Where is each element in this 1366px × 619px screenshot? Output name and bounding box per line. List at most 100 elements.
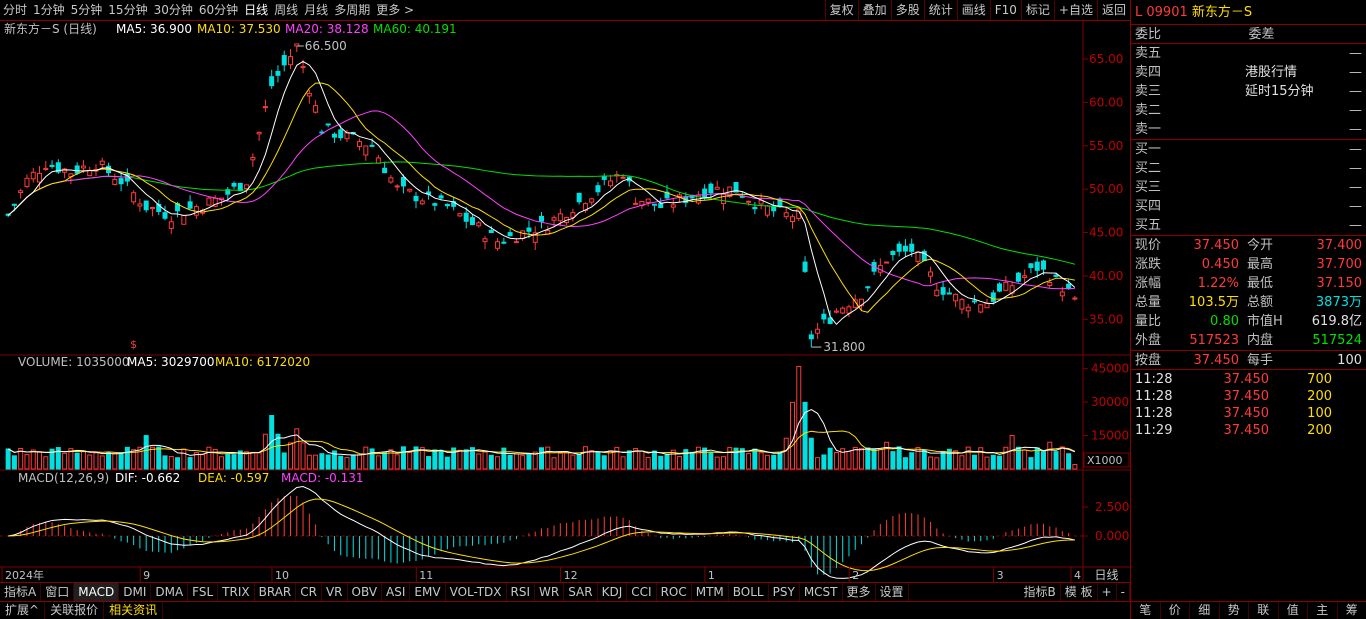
- indicator-tab-更多[interactable]: 更多: [843, 583, 876, 601]
- volume-bar: [250, 451, 256, 470]
- bottom-link-2[interactable]: 相关资讯: [104, 602, 164, 619]
- volume-bar: [168, 455, 174, 470]
- indicator-tab-cr[interactable]: CR: [296, 583, 322, 601]
- indicator-tab-fsl[interactable]: FSL: [188, 583, 219, 601]
- quote-value: 619.8亿: [1311, 314, 1362, 329]
- indicator-tab-emv[interactable]: EMV: [410, 583, 446, 601]
- indicator-tab-brar[interactable]: BRAR: [255, 583, 297, 601]
- volume-bar: [746, 453, 752, 470]
- macd-legend-0: MACD(12,26,9): [18, 471, 109, 485]
- indicator-tab-sar[interactable]: SAR: [564, 583, 598, 601]
- vol-tick-label: 15000: [1091, 429, 1129, 443]
- volume-bar: [444, 456, 450, 470]
- toolbar-tab-5[interactable]: 60分钟: [196, 0, 241, 20]
- volume-bar: [175, 457, 181, 470]
- toolbar-tab-6[interactable]: 日线: [241, 0, 271, 20]
- candle-body: [658, 203, 664, 209]
- candle-body: [539, 215, 544, 222]
- panel-tab-0[interactable]: 笔: [1131, 602, 1161, 619]
- toolbar: 分时 1分钟 5分钟 15分钟 30分钟 60分钟 日线 周线 月线 多周期 更多 > 复权 叠加 多股…: [0, 0, 1130, 21]
- indicator-tab-right-1[interactable]: 模 板: [1061, 583, 1098, 601]
- indicator-tab-right-2[interactable]: +: [1098, 583, 1117, 601]
- panel-tab-2[interactable]: 细: [1190, 602, 1220, 619]
- anpan-label: 按盘: [1135, 353, 1162, 368]
- indicator-tab-macd[interactable]: MACD: [74, 583, 120, 601]
- indicator-tab-窗口[interactable]: 窗口: [41, 583, 75, 601]
- volume-bar: [476, 453, 482, 470]
- panel-tab-7[interactable]: 筹: [1338, 602, 1366, 619]
- quote-label: 量比: [1135, 314, 1162, 329]
- book-label: 买四: [1135, 199, 1162, 214]
- volume-bar: [758, 452, 764, 470]
- stock-code: L 09901: [1135, 5, 1188, 20]
- toolbar-tab-0[interactable]: 分时: [0, 0, 30, 20]
- indicator-tab-right-3[interactable]: -: [1117, 583, 1130, 601]
- indicator-tab-设置[interactable]: 设置: [876, 583, 909, 601]
- indicator-tab-vol-tdx[interactable]: VOL-TDX: [446, 583, 507, 601]
- panel-tab-4[interactable]: 联: [1249, 602, 1279, 619]
- candle-body: [501, 241, 507, 244]
- indicator-tab-obv[interactable]: OBV: [348, 583, 383, 601]
- toolbar-tab-9[interactable]: 多周期: [331, 0, 373, 20]
- toolbar-action-6[interactable]: 标记: [1020, 0, 1054, 20]
- volume-bar: [940, 450, 946, 470]
- meishou-value: 100: [1337, 353, 1362, 368]
- x-tick-label: 11: [419, 569, 433, 582]
- indicator-tab-指标a[interactable]: 指标A: [0, 583, 42, 601]
- indicator-tab-dma[interactable]: DMA: [151, 583, 189, 601]
- volume-bar: [827, 447, 833, 470]
- x-tick-label: 2024年: [5, 568, 44, 582]
- toolbar-tab-7[interactable]: 周线: [271, 0, 301, 20]
- toolbar-tab-1[interactable]: 1分钟: [30, 0, 68, 20]
- candle-body: [815, 328, 821, 334]
- candle-body: [30, 171, 36, 180]
- indicator-tab-roc[interactable]: ROC: [657, 583, 692, 601]
- toolbar-action-7[interactable]: +自选: [1053, 0, 1097, 20]
- toolbar-tab-10[interactable]: 更多 >: [373, 0, 417, 20]
- indicator-tab-psy[interactable]: PSY: [769, 583, 800, 601]
- indicator-tab-kdj[interactable]: KDJ: [598, 583, 628, 601]
- book-label: 买一: [1135, 142, 1162, 157]
- volume-bar: [539, 447, 544, 470]
- indicator-tab-wr[interactable]: WR: [535, 583, 565, 601]
- toolbar-tab-4[interactable]: 30分钟: [151, 0, 196, 20]
- price-tick-label: 35.00: [1089, 312, 1123, 326]
- toolbar-action-0[interactable]: 复权: [824, 0, 858, 20]
- toolbar-tab-3[interactable]: 15分钟: [105, 0, 150, 20]
- toolbar-action-3[interactable]: 统计: [923, 0, 957, 20]
- chart-area[interactable]: 65.00 60.00 55.00 50.00 45.00 40.00 35.00 66.50…: [0, 21, 1130, 582]
- bottom-link-1[interactable]: 关联报价: [45, 602, 105, 619]
- indicator-tab-right-0[interactable]: 指标B: [1020, 583, 1061, 601]
- panel-tab-3[interactable]: 势: [1220, 602, 1249, 619]
- indicator-tab-vr[interactable]: VR: [322, 583, 348, 601]
- indicator-tab-trix[interactable]: TRIX: [218, 583, 255, 601]
- volume-bar: [677, 456, 683, 470]
- candle-body: [965, 306, 971, 312]
- toolbar-tab-8[interactable]: 月线: [301, 0, 331, 20]
- ma-legend-2: MA20: 38.128: [285, 22, 369, 36]
- panel-tab-6[interactable]: 主: [1308, 602, 1338, 619]
- indicator-tab-boll[interactable]: BOLL: [729, 583, 769, 601]
- bottom-link-0[interactable]: 扩展^: [0, 602, 46, 619]
- indicator-tab-cci[interactable]: CCI: [627, 583, 657, 601]
- volume-bar: [62, 452, 68, 470]
- toolbar-action-2[interactable]: 多股: [890, 0, 924, 20]
- indicator-tab-rsi[interactable]: RSI: [507, 583, 536, 601]
- indicator-tab-asi[interactable]: ASI: [382, 583, 411, 601]
- toolbar-action-8[interactable]: 返回: [1096, 0, 1130, 20]
- toolbar-action-1[interactable]: 叠加: [857, 0, 891, 20]
- volume-bar: [658, 455, 664, 470]
- x-tick-label: 1: [708, 569, 715, 582]
- toolbar-tab-2[interactable]: 5分钟: [68, 0, 106, 20]
- volume-bar: [689, 451, 695, 470]
- volume-bar: [5, 448, 11, 470]
- volume-bar: [608, 450, 614, 470]
- indicator-tab-dmi[interactable]: DMI: [119, 583, 152, 601]
- panel-tab-1[interactable]: 价: [1161, 602, 1190, 619]
- toolbar-action-4[interactable]: 画线: [956, 0, 990, 20]
- indicator-tab-mcst[interactable]: MCST: [800, 583, 843, 601]
- indicator-tab-mtm[interactable]: MTM: [692, 583, 729, 601]
- panel-tab-5[interactable]: 值: [1279, 602, 1308, 619]
- toolbar-action-5[interactable]: F10: [989, 0, 1021, 20]
- volume-bar: [928, 456, 934, 470]
